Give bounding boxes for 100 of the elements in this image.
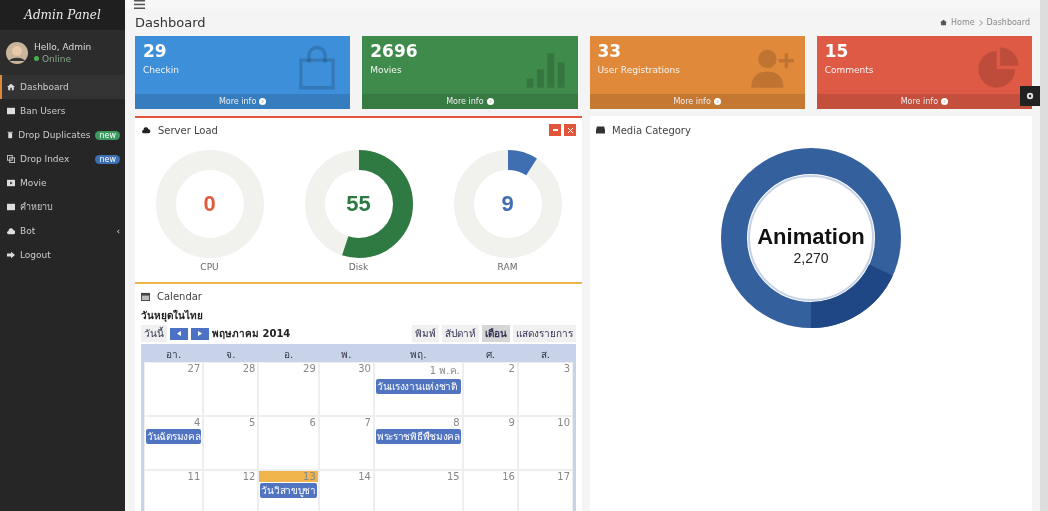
day-number: 10	[556, 417, 571, 428]
sidebar-item[interactable]: Movie	[0, 171, 125, 195]
menu-icon[interactable]	[134, 0, 145, 9]
day-number: 16	[501, 471, 516, 482]
chevron-icon	[978, 19, 983, 26]
stat-label: Movies	[370, 65, 403, 75]
right-triangle-icon	[198, 331, 202, 336]
cloud-icon	[7, 227, 15, 235]
arrow-circle-icon	[486, 98, 494, 105]
inbox-icon	[596, 126, 605, 134]
stat-value: 15	[824, 41, 850, 61]
stat-value: 33	[597, 41, 623, 61]
panel-title: Calendar	[157, 290, 202, 302]
gauge-label: CPU	[200, 262, 219, 272]
day-number: 12	[241, 471, 257, 482]
weekday-header: จ.	[203, 347, 259, 362]
weekday-header: ส.	[517, 347, 573, 362]
day-number: 11	[186, 471, 202, 482]
sidebar-item[interactable]: คำหยาบ	[0, 195, 125, 219]
stat-label: Checkin	[143, 65, 180, 75]
day-number: 29	[302, 363, 317, 374]
stat-value: 29	[143, 41, 168, 61]
gauge-value: 55	[346, 191, 371, 217]
grid-icon	[7, 203, 15, 211]
copy-icon	[7, 155, 15, 163]
stat-label: Comments	[824, 65, 875, 75]
more-info-link[interactable]: More info	[816, 94, 1032, 109]
stat-label: User Registrations	[597, 65, 681, 75]
day-number: 3	[562, 363, 571, 374]
weekday-header: ศ.	[462, 347, 518, 362]
home-icon	[939, 19, 947, 26]
settings-button[interactable]	[1020, 86, 1040, 106]
day-number: 17	[556, 471, 571, 482]
minimize-button[interactable]	[549, 124, 561, 136]
sidebar-item[interactable]: Dashboard	[0, 75, 125, 99]
calendar-event[interactable]: พระราชพิธีพืชมงคล	[375, 429, 461, 444]
next-button[interactable]	[191, 327, 209, 340]
panel-title: Server Load	[158, 124, 218, 136]
minus-icon	[552, 129, 558, 131]
gauge-label: Disk	[348, 262, 369, 272]
day-number: 14	[357, 471, 372, 482]
day-number: 28	[241, 363, 257, 374]
video-icon	[7, 179, 15, 187]
left-triangle-icon	[177, 331, 181, 336]
day-number: 9	[507, 417, 516, 428]
gauge-label: RAM	[497, 262, 518, 272]
day-number: 1 พ.ค.	[428, 364, 461, 378]
weekday-header: พฤ.	[373, 347, 463, 362]
grid-icon	[7, 107, 15, 115]
new-badge: new	[95, 154, 120, 164]
day-number: 2	[507, 363, 516, 374]
gear-icon	[1026, 92, 1034, 100]
status-dot-icon	[34, 56, 39, 61]
weekday-header: อา.	[144, 347, 204, 362]
arrow-circle-icon	[259, 98, 267, 105]
view-tab[interactable]: สัปดาห์	[442, 325, 479, 342]
sidebar-item[interactable]: Ban Users	[0, 99, 125, 123]
view-tab[interactable]: แสดงรายการ	[513, 325, 576, 342]
new-badge: new	[95, 130, 120, 140]
print-button[interactable]: พิมพ์	[412, 325, 439, 342]
stat-value: 2696	[370, 41, 419, 61]
pie-chart-icon	[976, 44, 1022, 90]
trash-icon	[7, 131, 14, 139]
day-number: 27	[186, 363, 202, 374]
breadcrumb-current: Dashboard	[986, 18, 1030, 27]
weekday-header: พ.	[318, 347, 374, 362]
calendar-event[interactable]: วันวิสาขบูชา	[260, 483, 317, 498]
user-status: Online	[42, 53, 72, 64]
previous-button[interactable]	[170, 327, 188, 340]
donut-center-label: Animation	[757, 224, 865, 250]
calendar-name: วันหยุดในไทย	[141, 308, 204, 323]
home-icon	[7, 83, 15, 91]
sidebar-item[interactable]: Drop Duplicates new	[0, 123, 125, 147]
logout-icon	[7, 251, 15, 259]
day-number: 5	[248, 417, 257, 428]
avatar	[6, 41, 28, 64]
sidebar-item[interactable]: Logout	[0, 243, 125, 267]
calendar-event[interactable]: วันแรงงานแห่งชาติ	[375, 379, 461, 394]
month-label: พฤษภาคม 2014	[212, 327, 291, 341]
day-number: 13	[259, 471, 318, 482]
calendar-event[interactable]: วันฉัตรมงคล	[146, 429, 202, 444]
sidebar-item[interactable]: Bot ‹	[0, 219, 125, 243]
user-greeting: Hello, Admin	[34, 41, 92, 52]
today-button[interactable]: วันนี้	[141, 325, 167, 342]
arrow-circle-icon	[941, 98, 949, 105]
day-number: 15	[446, 471, 461, 482]
day-number: 8	[452, 417, 461, 428]
page-title: Dashboard	[135, 15, 206, 30]
more-info-link[interactable]: More info	[362, 94, 578, 109]
more-info-link[interactable]: More info	[135, 94, 351, 109]
brand-title: Admin Panel	[0, 0, 125, 30]
calendar-icon	[141, 291, 150, 301]
gauge-value: 0	[203, 191, 216, 217]
sidebar-item[interactable]: Drop Index new	[0, 147, 125, 171]
day-number: 6	[308, 417, 317, 428]
gauge-value: 9	[501, 191, 514, 217]
view-tab[interactable]: เดือน	[482, 325, 510, 342]
close-button[interactable]	[564, 124, 576, 136]
day-number: 30	[357, 363, 372, 374]
arrow-circle-icon	[713, 98, 721, 105]
